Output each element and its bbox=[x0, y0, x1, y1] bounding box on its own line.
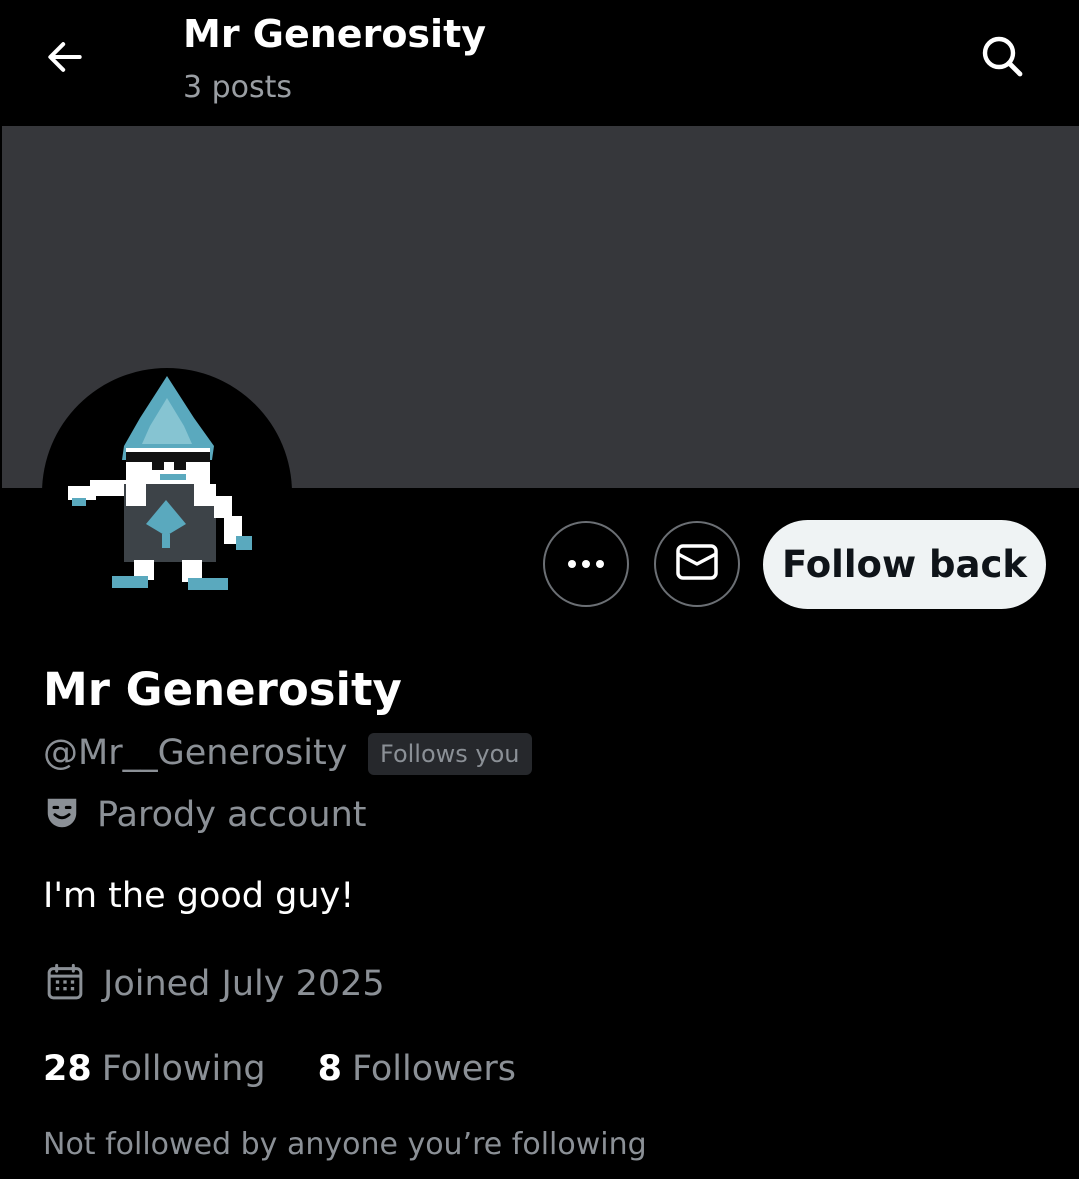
username-handle: @Mr__Generosity bbox=[43, 733, 348, 773]
parody-label: Parody account bbox=[97, 795, 367, 835]
follows-you-badge: Follows you bbox=[368, 733, 532, 775]
following-count: 28 bbox=[43, 1049, 92, 1089]
following-label: Following bbox=[101, 1049, 266, 1089]
followers-count: 8 bbox=[317, 1049, 342, 1089]
search-button[interactable] bbox=[974, 30, 1030, 86]
top-bar: Mr Generosity 3 posts bbox=[0, 0, 1079, 126]
envelope-icon bbox=[675, 542, 719, 586]
display-name: Mr Generosity bbox=[43, 663, 402, 716]
joined-date-row: Joined July 2025 bbox=[45, 962, 385, 1006]
followers-link[interactable]: 8 Followers bbox=[318, 1049, 516, 1089]
calendar-icon bbox=[45, 962, 85, 1006]
joined-date: Joined July 2025 bbox=[103, 964, 385, 1004]
more-options-button[interactable] bbox=[543, 521, 629, 607]
message-button[interactable] bbox=[654, 521, 740, 607]
theater-mask-icon bbox=[43, 794, 81, 836]
avatar-image bbox=[68, 376, 252, 590]
search-icon bbox=[978, 32, 1026, 84]
header-title: Mr Generosity bbox=[183, 12, 486, 56]
avatar[interactable] bbox=[42, 368, 292, 618]
back-button[interactable] bbox=[40, 34, 90, 84]
mutual-followers-text: Not followed by anyone you’re following bbox=[43, 1127, 647, 1162]
parody-label-row: Parody account bbox=[43, 794, 367, 836]
following-link[interactable]: 28 Following bbox=[43, 1049, 266, 1089]
followers-label: Followers bbox=[352, 1049, 516, 1089]
follow-stats: 28 Following 8 Followers bbox=[43, 1049, 516, 1089]
arrow-left-icon bbox=[43, 35, 87, 83]
more-horizontal-icon bbox=[566, 555, 606, 574]
follow-back-button[interactable]: Follow back bbox=[763, 520, 1046, 609]
bio-text: I'm the good guy! bbox=[43, 876, 355, 916]
posts-count: 3 posts bbox=[183, 70, 293, 105]
